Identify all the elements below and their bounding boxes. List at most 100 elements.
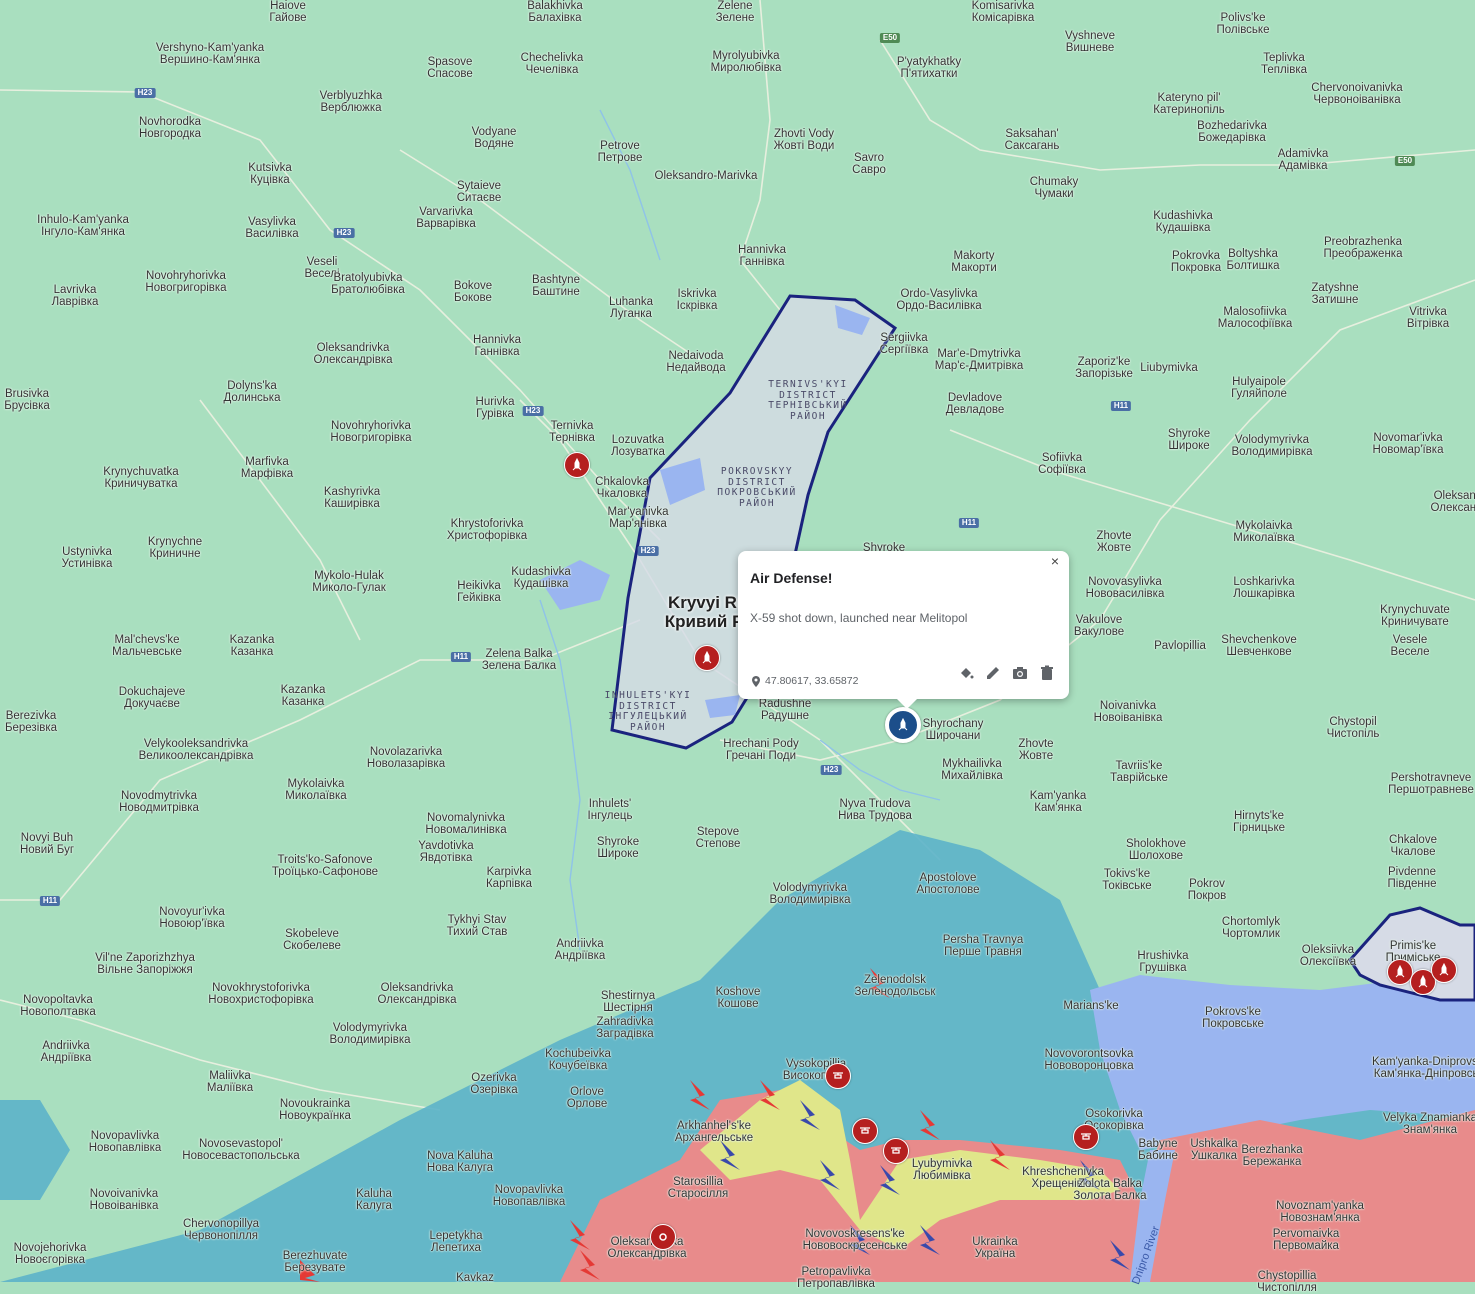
place-name-latin: Kavkaz [456,1272,494,1284]
place-name-latin: Krynychuvatka [103,466,179,478]
place-name-latin: Novoyur'ivka [159,906,225,918]
place-label: Kutsivka Куцівка [248,162,291,186]
place-name-latin: Ternivka [550,420,594,432]
place-name-cyrillic: Олександрівка [313,354,393,366]
place-label: Zhovte Жовте [1018,738,1053,762]
helicopter-marker[interactable] [883,1138,909,1164]
place-name-cyrillic: Ганнівка [739,256,785,268]
missile-marker[interactable] [694,645,720,671]
place-name-cyrillic: Адамівка [1278,160,1328,172]
missile-marker[interactable] [1431,957,1457,983]
place-name-latin: Ushkalka [1190,1138,1238,1150]
place-label: Inhulets' Інгулець [588,798,633,822]
district-label: POKROVSKYY DISTRICT ПОКРОВСЬКИЙ РАЙОН [717,466,797,509]
place-name-cyrillic: Перше Травня [944,946,1022,958]
place-name-cyrillic: Комісарівка [971,12,1035,24]
place-label: Oleksiivka Олексіївка [1300,944,1356,968]
place-name-latin: Boltyshka [1228,248,1278,260]
place-name-cyrillic: Радушне [760,710,810,722]
place-name-latin: Shyroke [1167,428,1211,440]
place-name-cyrillic: Криничувате [1381,616,1449,628]
place-name-cyrillic: Спасове [427,68,473,80]
place-name-latin: Hannivka [473,334,521,346]
place-label: Vasylivka Василівка [245,216,298,240]
place-label: Chystopil Чистопіль [1327,716,1380,740]
place-label: Saksahan' Саксагань [1005,128,1060,152]
place-name-latin: Lozuvatka [611,434,665,446]
explosion-marker[interactable] [650,1224,676,1250]
place-name-cyrillic: Олександрівка [377,994,457,1006]
place-label: Verblyuzhka Верблюжка [320,90,383,114]
helicopter-marker[interactable] [825,1063,851,1089]
place-name-cyrillic: Теплівка [1260,64,1308,76]
place-label: Volodymyrivka Володимирівка [330,1022,411,1046]
place-label: Mar'e-Dmytrivka Мар'є-Дмитрівка [935,348,1024,372]
road-shield: H11 [1110,401,1132,411]
place-name-latin: Mykhailivka [942,758,1002,770]
place-name-latin: Oleksandrivka [1433,490,1475,502]
place-name-latin: Pokrov [1189,878,1225,890]
close-icon[interactable]: × [1047,553,1063,569]
place-name-cyrillic: Маліївка [206,1082,254,1094]
place-name-latin: Novyi Buh [20,832,74,844]
place-label: OleksandrivkaОлександрівка [313,342,392,366]
place-label: Hrechani Pody Гречані Поди [723,738,798,762]
place-name-cyrillic: Володимирівка [1231,446,1313,458]
place-name-latin: Vasylivka [248,216,296,228]
place-name-latin: Liubymivka [1140,362,1198,374]
place-label: Iskrivka Іскрівка [677,288,718,312]
place-name-latin: Zelene [717,0,753,12]
place-label: Berezhanka Бережанка [1241,1144,1302,1168]
place-name-cyrillic: Інгуло-Кам'янка [41,226,125,238]
place-name-cyrillic: Луганка [610,308,652,320]
place-label: Novoznam'yanka Новознам'янка [1276,1200,1364,1224]
place-name-cyrillic: Новоіванівка [1093,712,1163,724]
place-label: Kashyrivka Каширівка [324,486,380,510]
missile-marker[interactable] [564,452,590,478]
place-name-cyrillic: Першотравневе [1388,784,1474,796]
place-label: Marfivka Марфівка [241,456,293,480]
place-name-latin: Ordo-Vasylivka [900,288,978,300]
place-name-latin: Novopoltavka [23,994,93,1006]
place-name-cyrillic: Петрове [597,152,643,164]
helicopter-marker[interactable] [852,1118,878,1144]
place-label: Andriivka Андріївка [555,938,606,962]
place-name-latin: Chkalovka [595,476,649,488]
place-name-cyrillic: Старосілля [667,1188,729,1200]
selected-missile-marker[interactable] [885,707,921,743]
place-name-latin: Novopavlivka [90,1130,160,1142]
place-label: Karpivka Карпівка [486,866,532,890]
place-label: Mykhailivka Михайлівка [941,758,1003,782]
place-label: Petrove Петрове [598,140,643,164]
place-label: Kazanka Казанка [281,684,326,708]
place-name-cyrillic: Катеринопіль [1153,104,1225,116]
helicopter-marker[interactable] [1073,1124,1099,1150]
place-label: Orlove Орлове [567,1086,608,1110]
place-name-latin: Velyka Znamianka [1383,1112,1475,1124]
rocket-icon [1395,965,1405,978]
place-name-cyrillic: П'ятихатки [900,68,958,80]
place-name-latin: Dolyns'ka [227,380,277,392]
place-name-cyrillic: Новомалинівка [425,824,507,836]
style-paint-icon[interactable] [957,664,974,681]
place-label: OleksandrivkaОлександрівка [1430,490,1475,514]
place-name-cyrillic: Карпівка [485,878,533,890]
place-label: Kam'yanka-Dniprovs'kaКам'янка-Дніпровськ… [1372,1056,1475,1080]
popup-actions [957,664,1055,681]
place-name-latin: Chervonopillya [182,1218,260,1230]
place-name-cyrillic: Чечелівка [525,64,579,76]
place-label: Lepetykha Лепетиха [429,1230,482,1254]
place-name-latin: Marfivka [245,456,289,468]
place-label: Pokrovs'ke Покровське [1202,1006,1264,1030]
delete-trash-icon[interactable] [1038,664,1055,681]
place-name-latin: Pivdenne [1388,866,1436,878]
edit-pencil-icon[interactable] [984,664,1001,681]
place-name-cyrillic: Чистопілля [1257,1282,1317,1294]
place-name-latin: Babyne [1138,1138,1178,1150]
place-name-latin: Karpivka [486,866,532,878]
camera-icon[interactable] [1011,664,1028,681]
place-name-cyrillic: Лозуватка [611,446,665,458]
place-name-cyrillic: Кудашівка [1155,222,1211,234]
place-label: Novyi Buh Новий Буг [20,832,74,856]
place-name-cyrillic: Олександрівка [1430,502,1475,514]
